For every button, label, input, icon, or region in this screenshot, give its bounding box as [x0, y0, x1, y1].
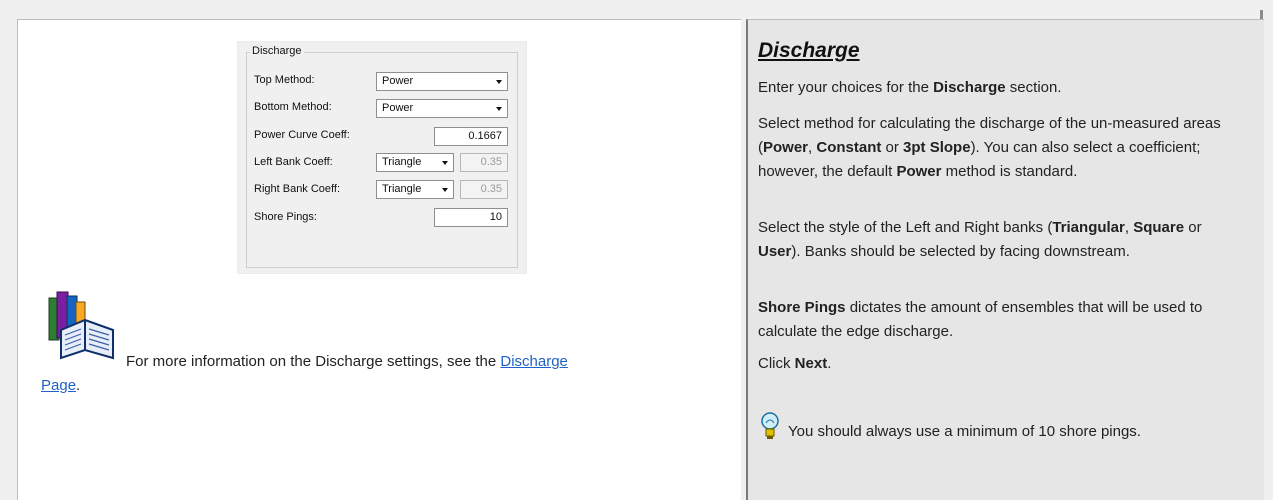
left-bank-coeff-input[interactable]: 0.35 — [460, 153, 508, 172]
right-bank-select[interactable]: Triangle — [376, 180, 454, 199]
shore-pings-input[interactable]: 10 — [434, 208, 508, 227]
left-content-cell: Discharge Top Method: Power Bottom Metho… — [17, 19, 741, 500]
bottom-method-label: Bottom Method: — [254, 101, 332, 113]
chevron-down-icon — [496, 80, 502, 84]
chevron-down-icon — [442, 161, 448, 165]
help-title: Discharge — [758, 39, 860, 62]
page: Discharge Top Method: Power Bottom Metho… — [8, 10, 1270, 500]
right-bank-value: Triangle — [382, 183, 422, 195]
left-bank-label: Left Bank Coeff: — [254, 156, 333, 168]
top-method-value: Power — [382, 75, 414, 87]
discharge-page-link[interactable]: Discharge — [500, 353, 568, 370]
help-paragraph-2: Select method for calculating the discha… — [758, 115, 1221, 180]
top-method-label: Top Method: — [254, 74, 315, 86]
right-bank-coeff-input[interactable]: 0.35 — [460, 180, 508, 199]
power-curve-input[interactable]: 0.1667 — [434, 127, 508, 146]
left-bank-value: Triangle — [382, 156, 422, 168]
help-paragraph-4: Shore Pings dictates the amount of ensem… — [758, 299, 1203, 340]
tip-paragraph: You should always use a minimum of 10 sh… — [758, 420, 1248, 444]
right-bank-label: Right Bank Coeff: — [254, 183, 341, 195]
help-paragraph-5: Click Next. — [758, 355, 832, 372]
left-bank-select[interactable]: Triangle — [376, 153, 454, 172]
power-curve-label: Power Curve Coeff: — [254, 129, 350, 141]
help-panel: Discharge Enter your choices for the Dis… — [746, 19, 1264, 500]
shore-pings-label: Shore Pings: — [254, 211, 317, 223]
help-paragraph-3: Select the style of the Left and Right b… — [758, 219, 1202, 260]
top-method-select[interactable]: Power — [376, 72, 508, 91]
chevron-down-icon — [496, 107, 502, 111]
more-info-text: For more information on the Discharge se… — [126, 353, 501, 370]
groupbox-title: Discharge — [250, 45, 304, 57]
more-info-paragraph: For more information on the Discharge se… — [41, 350, 731, 398]
help-paragraph-1: Enter your choices for the Discharge sec… — [758, 79, 1062, 96]
chevron-down-icon — [442, 188, 448, 192]
bottom-method-value: Power — [382, 102, 414, 114]
discharge-page-link-continued[interactable]: Page — [41, 377, 76, 394]
bottom-method-select[interactable]: Power — [376, 99, 508, 118]
period: . — [76, 377, 81, 394]
tip-text: You should always use a minimum of 10 sh… — [788, 423, 1141, 440]
discharge-settings-screenshot: Discharge Top Method: Power Bottom Metho… — [238, 42, 526, 273]
